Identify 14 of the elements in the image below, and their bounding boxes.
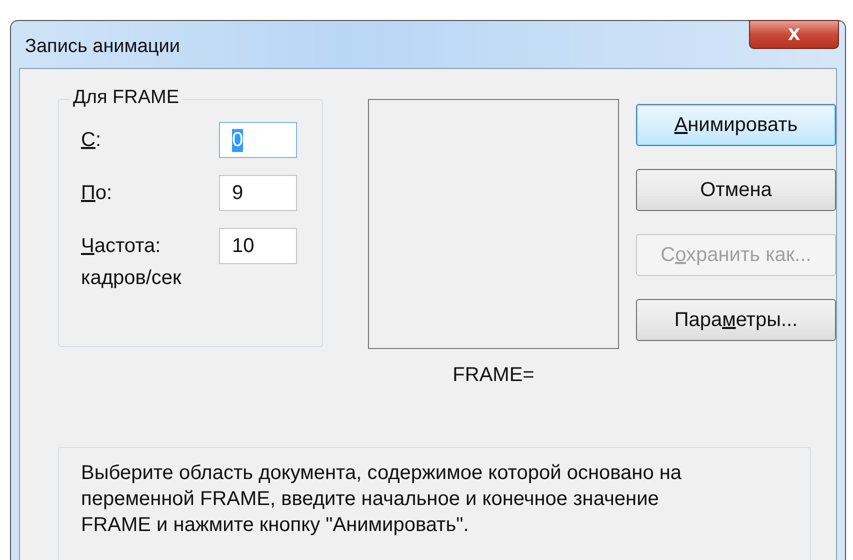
field-label: Частота:	[81, 234, 162, 258]
field-label: С:	[81, 128, 102, 152]
hint-text: Выберите область документа, содержимое которой основано на переменной FRAME, введите начальное и конечное значение FRAME и нажмите кнопку "Анимировать".	[58, 447, 811, 560]
input-field[interactable]: 9	[219, 175, 297, 211]
group-title: Для FRAME	[69, 87, 184, 109]
window-title: Запись анимации	[24, 36, 180, 58]
input-field[interactable]: 10	[219, 228, 297, 264]
dialog-button[interactable]: Анимировать	[636, 104, 836, 146]
field-label: По:	[81, 182, 114, 204]
close-button[interactable]: X	[749, 20, 839, 49]
dialog-button[interactable]: Отмена	[636, 169, 836, 211]
dialog-button[interactable]: Параметры...	[636, 299, 836, 341]
preview-caption: FRAME=	[452, 364, 534, 387]
unit-label: кадров/сек	[81, 267, 182, 290]
